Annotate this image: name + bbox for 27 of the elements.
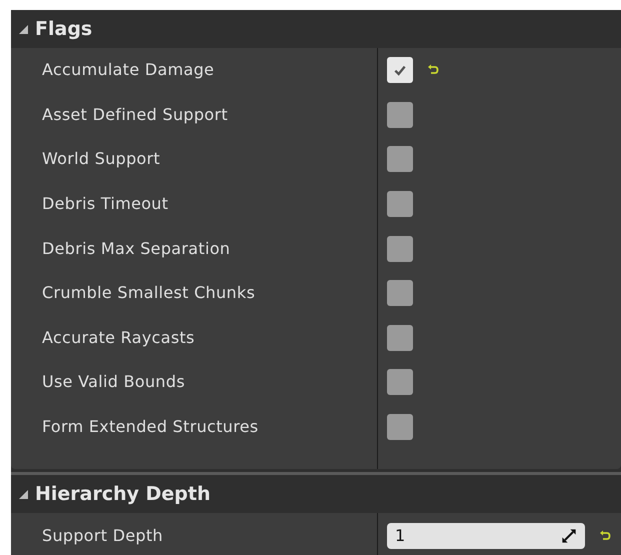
property-label: Accumulate Damage bbox=[42, 59, 214, 82]
checkbox[interactable] bbox=[387, 146, 413, 172]
checkbox[interactable] bbox=[387, 324, 413, 351]
checkbox[interactable] bbox=[387, 369, 413, 396]
section-title: Flags bbox=[35, 16, 92, 42]
reset-arrow-icon[interactable] bbox=[599, 530, 611, 542]
number-field[interactable]: 1 bbox=[387, 522, 585, 549]
property-label: Debris Max Separation bbox=[42, 238, 230, 260]
collapse-arrow-icon[interactable] bbox=[17, 488, 29, 500]
checkbox[interactable] bbox=[387, 57, 413, 84]
property-label: Use Valid Bounds bbox=[42, 371, 185, 394]
property-label: Debris Timeout bbox=[42, 193, 168, 216]
checkbox[interactable] bbox=[387, 414, 413, 440]
checkbox[interactable] bbox=[387, 191, 413, 218]
checkbox[interactable] bbox=[387, 236, 413, 262]
collapse-arrow-icon[interactable] bbox=[17, 23, 29, 35]
property-label: Form Extended Structures bbox=[42, 416, 258, 438]
section-title: Hierarchy Depth bbox=[35, 482, 211, 508]
property-label: Crumble Smallest Chunks bbox=[42, 282, 256, 304]
resize-arrows-icon bbox=[561, 528, 577, 544]
property-label: Asset Defined Support bbox=[42, 104, 228, 126]
checkbox[interactable] bbox=[387, 102, 413, 128]
checkbox[interactable] bbox=[387, 280, 413, 306]
property-label: Accurate Raycasts bbox=[42, 326, 195, 349]
property-label: Support Depth bbox=[42, 524, 163, 547]
property-label: World Support bbox=[42, 148, 160, 170]
reset-arrow-icon[interactable] bbox=[427, 64, 439, 76]
